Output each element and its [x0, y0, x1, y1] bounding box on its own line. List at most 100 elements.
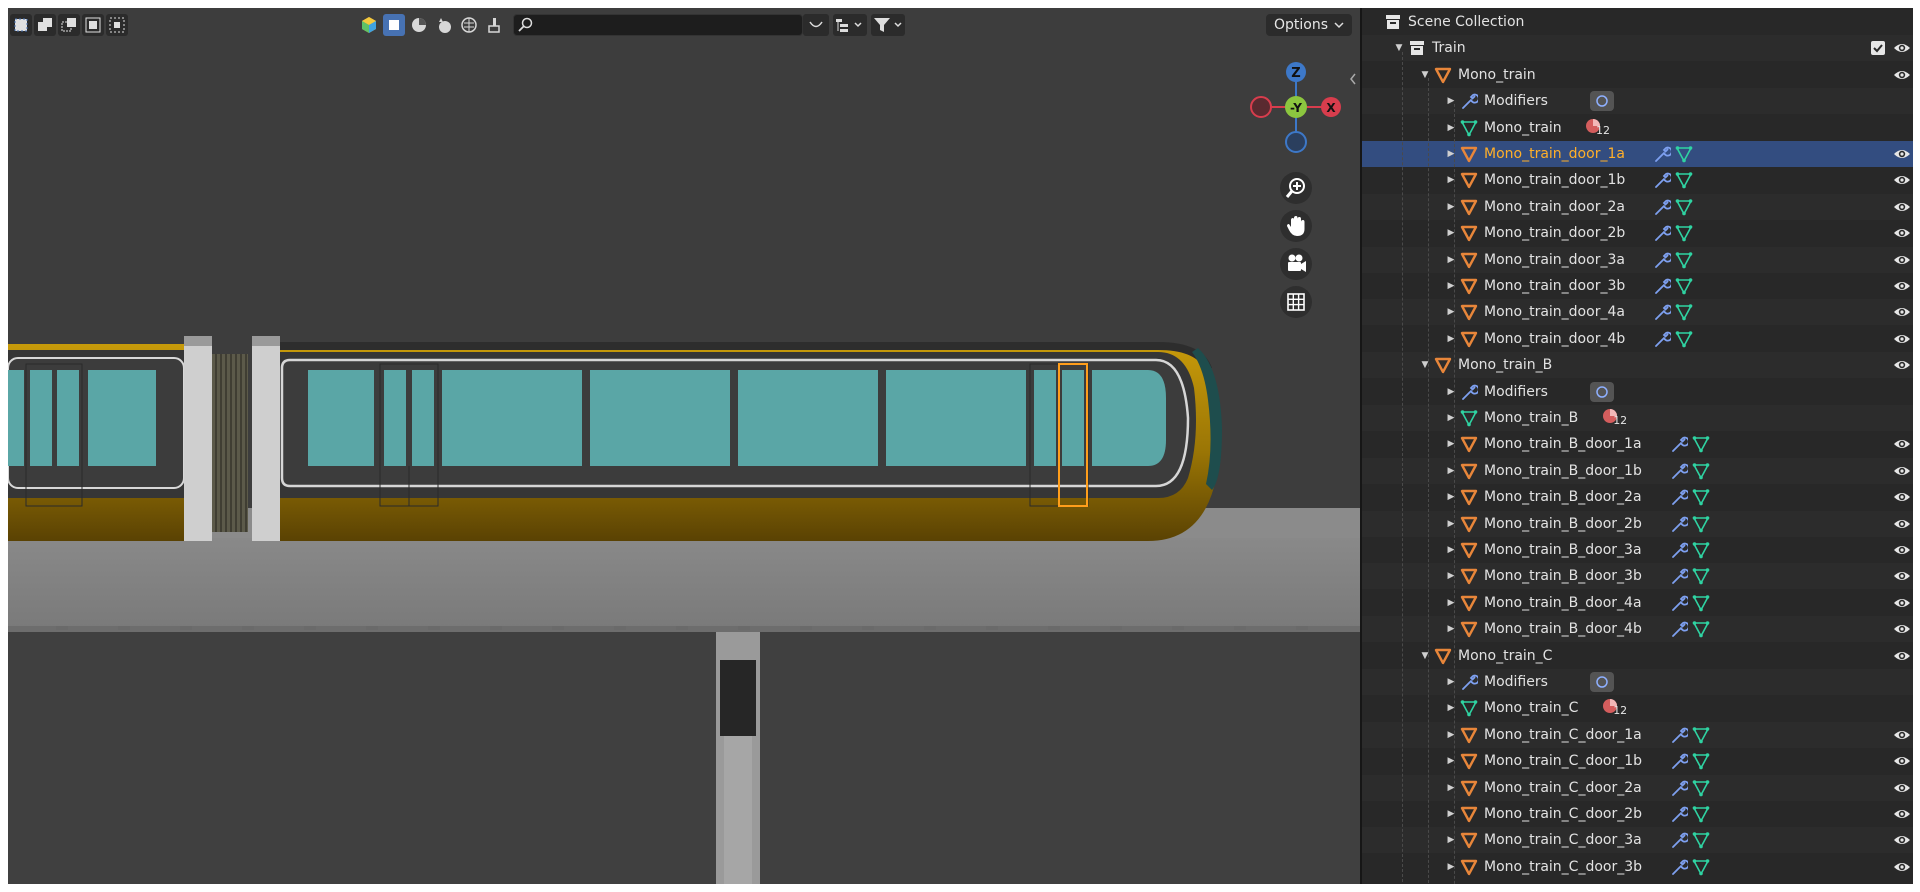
visibility-eye-icon[interactable]	[1893, 253, 1911, 267]
outliner-row-door[interactable]: ▶ Mono_train_door_2b	[1362, 220, 1913, 246]
outliner-row-object[interactable]: ▼ Mono_train_B	[1362, 352, 1913, 379]
brush-icon[interactable]	[483, 14, 505, 36]
outliner-row-door[interactable]: ▶ Mono_train_door_1a	[1362, 141, 1913, 167]
mesh-data-icon	[1675, 145, 1693, 163]
outliner-row-door[interactable]: ▶ Mono_train_door_4a	[1362, 299, 1913, 326]
outliner-row-mesh-data[interactable]: ▶ Mono_train 12	[1362, 115, 1913, 141]
outliner-row-mesh-data[interactable]: ▶ Mono_train_B 12	[1362, 405, 1913, 431]
visibility-eye-icon[interactable]	[1893, 358, 1911, 372]
visibility-eye-icon[interactable]	[1893, 173, 1911, 187]
camera-view-button[interactable]	[1280, 248, 1312, 280]
door-label: Mono_train_B_door_1b	[1484, 462, 1642, 479]
outliner-row-door[interactable]: ▶ Mono_train_C_door_3a	[1362, 827, 1913, 854]
visibility-eye-icon[interactable]	[1893, 226, 1911, 240]
outliner-row-door[interactable]: ▶ Mono_train_B_door_4b	[1362, 616, 1913, 643]
visibility-eye-icon[interactable]	[1893, 781, 1911, 795]
outliner-row-modifiers[interactable]: ▶ Modifiers	[1362, 669, 1913, 695]
object-icon	[1460, 435, 1478, 453]
search-field[interactable]	[513, 14, 803, 36]
visibility-eye-icon[interactable]	[1893, 305, 1911, 319]
outliner-row-door[interactable]: ▶ Mono_train_B_door_2a	[1362, 484, 1913, 510]
outliner-row-object[interactable]: ▼ Mono_train	[1362, 62, 1913, 88]
outliner-row-door[interactable]: ▶ Mono_train_C_door_1a	[1362, 721, 1913, 748]
visibility-eye-icon[interactable]	[1893, 517, 1911, 531]
visibility-eye-icon[interactable]	[1893, 464, 1911, 478]
visibility-eye-icon[interactable]	[1893, 860, 1911, 874]
visibility-eye-icon[interactable]	[1893, 596, 1911, 610]
outliner-row-door[interactable]: ▶ Mono_train_B_door_1a	[1362, 431, 1913, 457]
visibility-eye-icon[interactable]	[1893, 622, 1911, 636]
visibility-eye-icon[interactable]	[1893, 649, 1911, 663]
wrench-icon	[1670, 567, 1688, 585]
outliner-row-door[interactable]: ▶ Mono_train_door_3a	[1362, 246, 1913, 273]
outliner-row-door[interactable]: ▶ Mono_train_C_door_2a	[1362, 774, 1913, 801]
outliner-row-object[interactable]: ▼ Mono_train_C	[1362, 643, 1913, 669]
visibility-eye-icon[interactable]	[1893, 543, 1911, 557]
options-dropdown[interactable]: Options	[1266, 14, 1352, 36]
door-label: Mono_train_B_door_2a	[1484, 489, 1642, 506]
visibility-eye-icon[interactable]	[1893, 147, 1911, 161]
modifiers-label: Modifiers	[1484, 674, 1548, 690]
mesh-data-icon	[1692, 726, 1710, 744]
select-subtract-icon[interactable]	[58, 14, 80, 36]
render-shading-icon[interactable]	[433, 14, 455, 36]
filter-icon[interactable]	[871, 14, 905, 36]
viewport-shading-icon[interactable]	[358, 14, 380, 36]
solid-shading-icon[interactable]	[383, 14, 405, 36]
outliner-row-door[interactable]: ▶ Mono_train_door_4b	[1362, 326, 1913, 352]
outliner-row-modifiers[interactable]: ▶ Modifiers	[1362, 88, 1913, 115]
outliner-row-scene-collection[interactable]: Scene Collection	[1362, 9, 1913, 35]
material-shading-icon[interactable]	[408, 14, 430, 36]
visibility-eye-icon[interactable]	[1893, 68, 1911, 82]
hierarchy-icon[interactable]	[833, 14, 867, 36]
zoom-button[interactable]	[1280, 172, 1312, 204]
material-icon: 12	[1584, 118, 1612, 138]
mesh-data-icon	[1460, 409, 1478, 427]
select-invert-icon[interactable]	[82, 14, 104, 36]
exclude-checkbox[interactable]	[1871, 41, 1885, 56]
outliner-row-door[interactable]: ▶ Mono_train_C_door_3b	[1362, 854, 1913, 880]
select-box-icon[interactable]	[10, 14, 32, 36]
pan-button[interactable]	[1280, 210, 1312, 242]
wrench-icon	[1670, 594, 1688, 612]
visibility-eye-icon[interactable]	[1893, 728, 1911, 742]
outliner-row-modifiers[interactable]: ▶ Modifiers	[1362, 379, 1913, 405]
outliner-row-door[interactable]: ▶ Mono_train_B_door_2b	[1362, 510, 1913, 537]
ortho-toggle-button[interactable]	[1280, 286, 1312, 318]
visibility-eye-icon[interactable]	[1893, 332, 1911, 346]
outliner-row-train-collection[interactable]: ▼ Train	[1362, 35, 1913, 62]
outliner-row-door[interactable]: ▶ Mono_train_B_door_1b	[1362, 457, 1913, 484]
outliner-row-door[interactable]: ▶ Mono_train_door_1b	[1362, 167, 1913, 193]
outliner-panel[interactable]: Scene Collection ▼ Train ▼ Mono_train ▶ Modifi…	[1360, 8, 1913, 884]
object-icon	[1460, 831, 1478, 849]
visibility-eye-icon[interactable]	[1893, 279, 1911, 293]
chevron-down-icon[interactable]	[803, 14, 829, 36]
object-icon	[1434, 356, 1452, 374]
visibility-eye-icon[interactable]	[1893, 437, 1911, 451]
outliner-row-door[interactable]: ▶ Mono_train_C_door_2b	[1362, 801, 1913, 827]
wireframe-icon[interactable]	[458, 14, 480, 36]
outliner-row-door[interactable]: ▶ Mono_train_B_door_3a	[1362, 537, 1913, 563]
wrench-icon	[1670, 726, 1688, 744]
outliner-row-door[interactable]: ▶ Mono_train_C_door_1b	[1362, 748, 1913, 774]
visibility-eye-icon[interactable]	[1893, 569, 1911, 583]
outliner-row-mesh-data[interactable]: ▶ Mono_train_C 12	[1362, 695, 1913, 721]
visibility-eye-icon[interactable]	[1893, 490, 1911, 504]
select-intersect-icon[interactable]	[106, 14, 128, 36]
outliner-row-door[interactable]: ▶ Mono_train_B_door_4a	[1362, 590, 1913, 616]
outliner-row-door[interactable]: ▶ Mono_train_B_door_3b	[1362, 563, 1913, 590]
gizmo-x-label: X	[1326, 101, 1336, 115]
wrench-icon	[1670, 858, 1688, 876]
visibility-eye-icon[interactable]	[1893, 807, 1911, 821]
sidebar-toggle-icon[interactable]	[1348, 72, 1360, 88]
select-extend-icon[interactable]	[34, 14, 56, 36]
visibility-eye-icon[interactable]	[1893, 200, 1911, 214]
outliner-row-door[interactable]: ▶ Mono_train_door_3b	[1362, 273, 1913, 299]
wrench-icon	[1670, 779, 1688, 797]
3d-viewport[interactable]: Z X -Y Options	[8, 8, 1360, 884]
search-input[interactable]	[538, 17, 788, 33]
visibility-eye-icon[interactable]	[1893, 754, 1911, 768]
visibility-eye-icon[interactable]	[1893, 833, 1911, 847]
visibility-eye-icon[interactable]	[1893, 41, 1911, 55]
outliner-row-door[interactable]: ▶ Mono_train_door_2a	[1362, 193, 1913, 220]
